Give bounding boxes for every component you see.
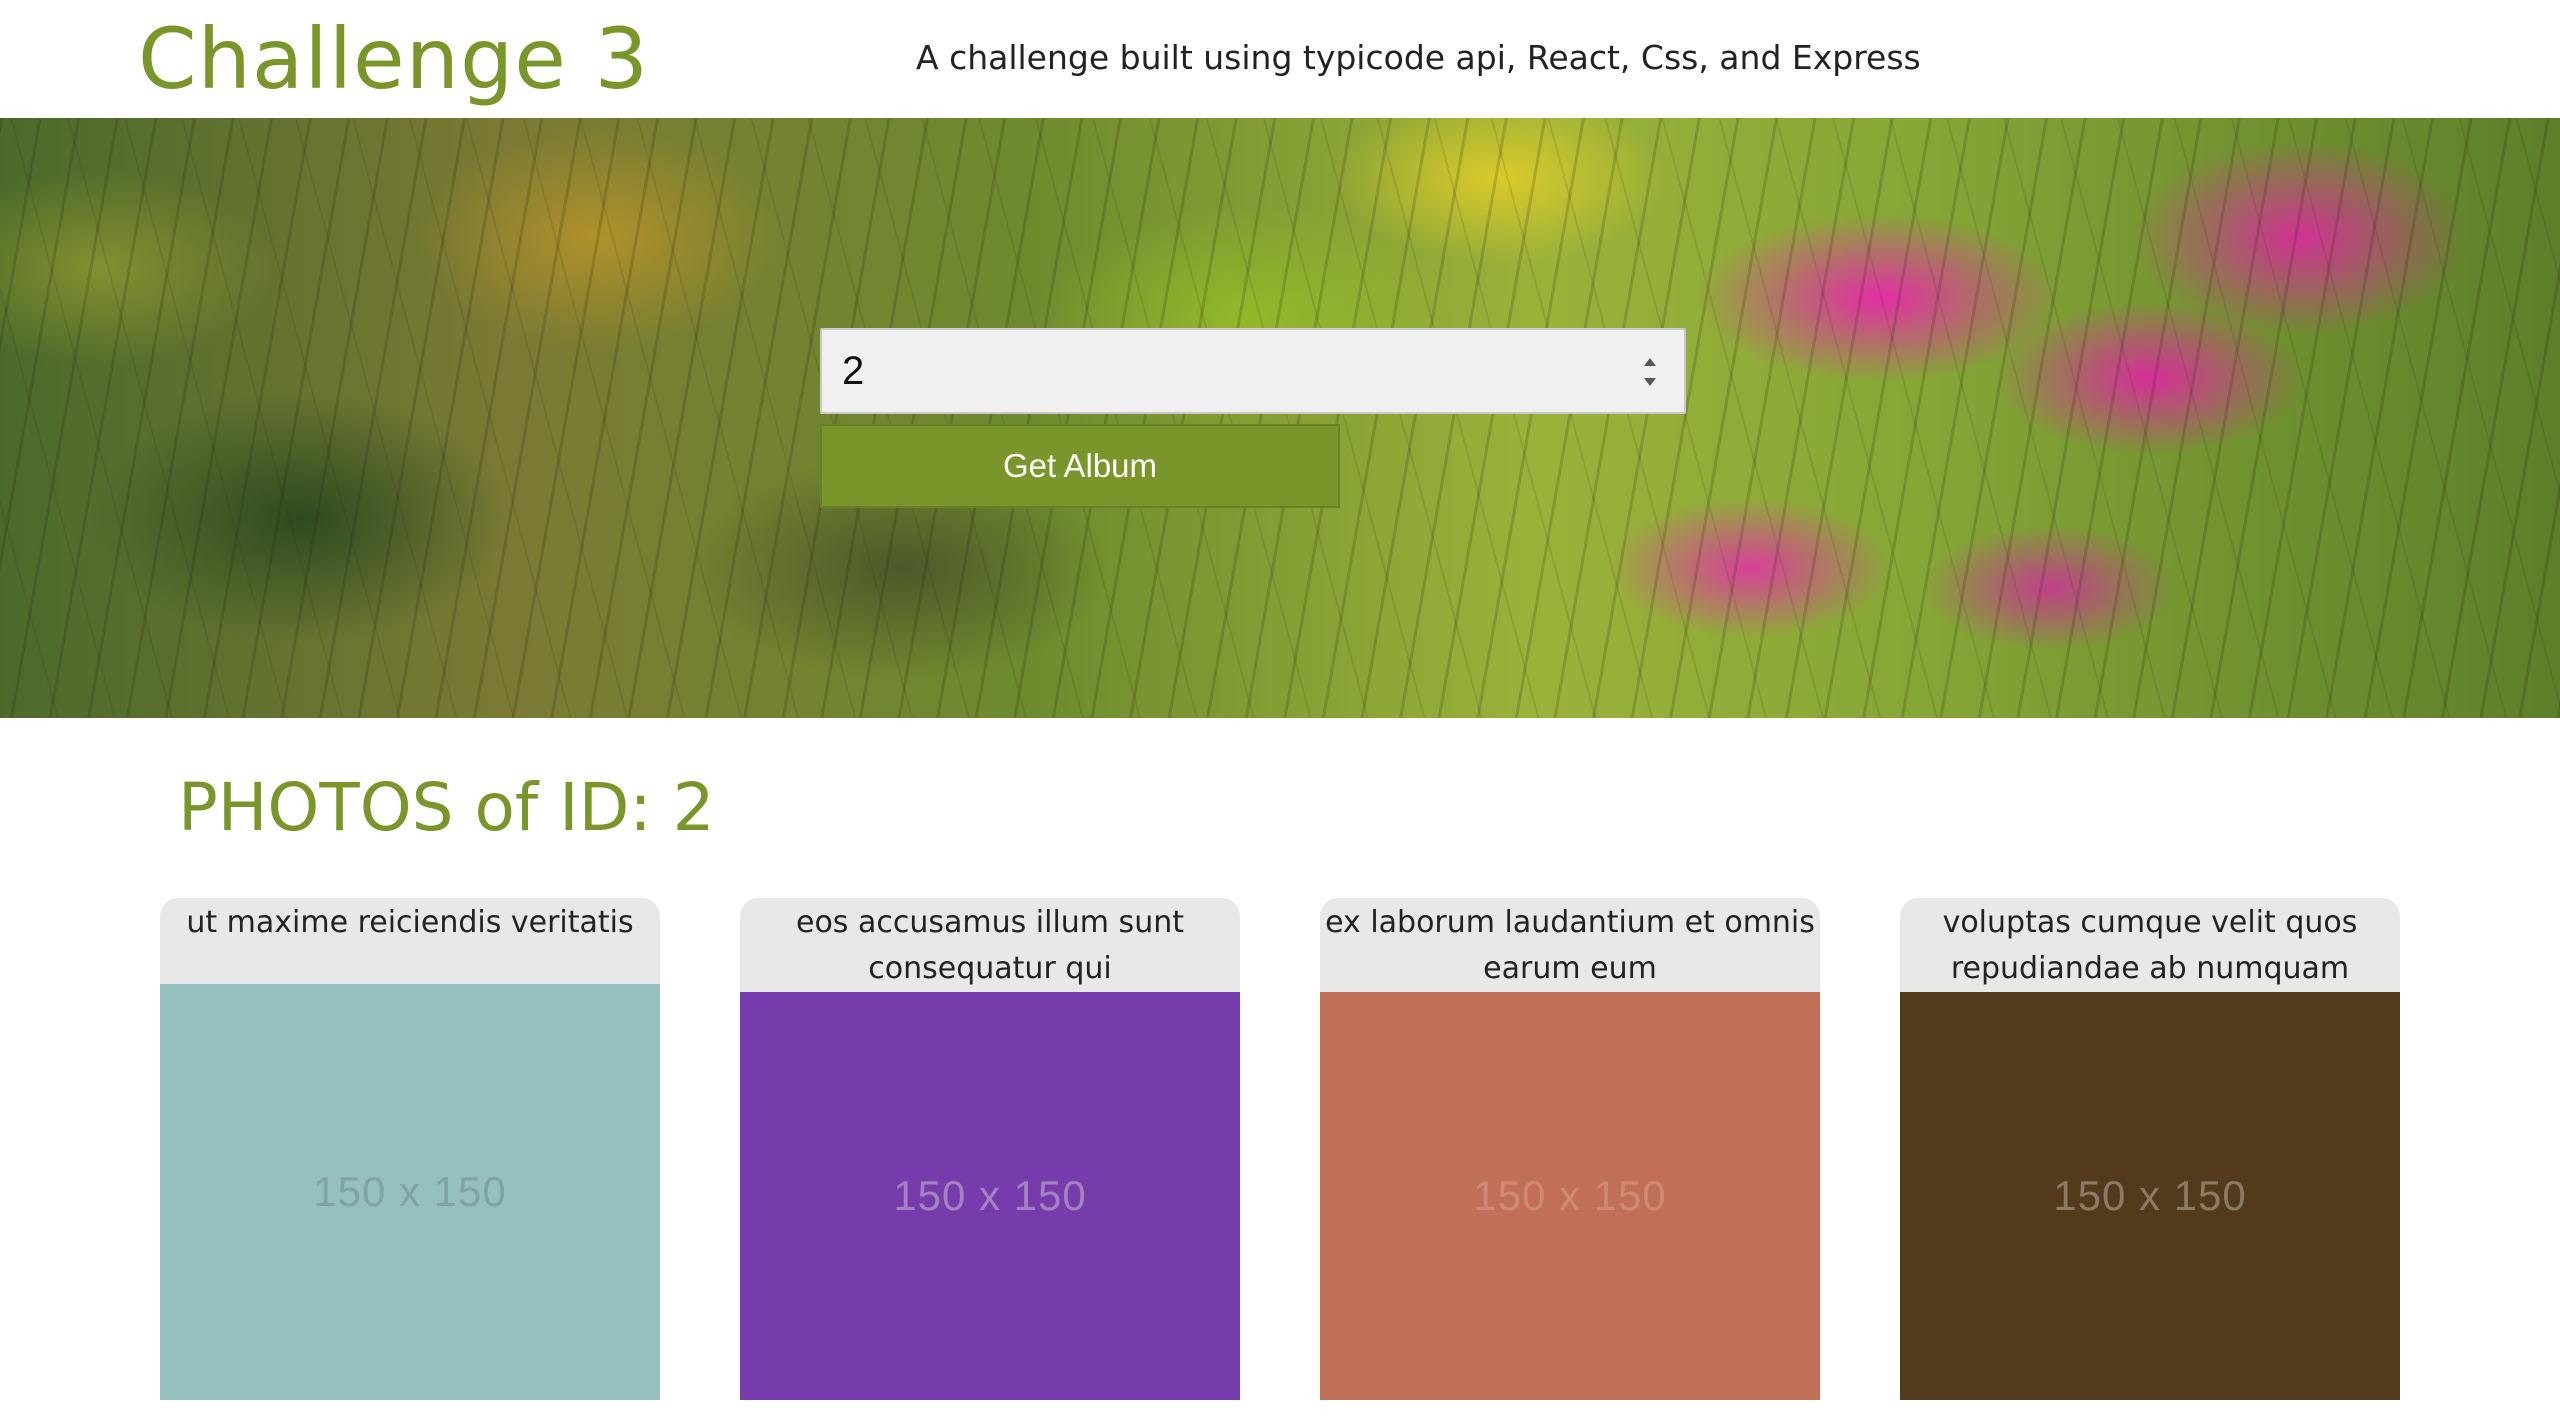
album-id-value: 2: [842, 349, 865, 393]
photo-card: ex laborum laudantium et omnis earum eum…: [1320, 898, 1820, 1400]
site-header: Challenge 3 A challenge built using typi…: [0, 0, 2560, 118]
photo-title: eos accusamus illum sunt consequatur qui: [796, 905, 1184, 986]
photo-placeholder-label: 150 x 150: [2053, 1172, 2247, 1219]
photo-title: ex laborum laudantium et omnis earum eum: [1325, 905, 1815, 986]
photo-title: voluptas cumque velit quos repudiandae a…: [1942, 905, 2358, 986]
hero-banner: 2 Get Album: [0, 118, 2560, 718]
site-subtitle: A challenge built using typicode api, Re…: [916, 38, 1921, 77]
get-album-button[interactable]: Get Album: [820, 424, 1340, 508]
photo-image: 150 x 150: [1320, 992, 1820, 1400]
photo-placeholder-label: 150 x 150: [893, 1172, 1087, 1219]
photo-image: 150 x 150: [740, 992, 1240, 1400]
album-id-input[interactable]: 2: [820, 328, 1686, 414]
photo-card: ut maxime reiciendis veritatis 150 x 150: [160, 898, 660, 1400]
site-title: Challenge 3: [138, 10, 650, 108]
photo-image: 150 x 150: [1900, 992, 2400, 1400]
photo-image: 150 x 150: [160, 984, 660, 1400]
photo-placeholder-label: 150 x 150: [313, 1168, 507, 1215]
photos-heading: PHOTOS of ID: 2: [178, 769, 715, 846]
photo-card: voluptas cumque velit quos repudiandae a…: [1900, 898, 2400, 1400]
photo-placeholder-label: 150 x 150: [1473, 1172, 1667, 1219]
photo-card: eos accusamus illum sunt consequatur qui…: [740, 898, 1240, 1400]
photo-title: ut maxime reiciendis veritatis: [186, 905, 634, 940]
number-spinner-icon[interactable]: [1640, 354, 1660, 390]
